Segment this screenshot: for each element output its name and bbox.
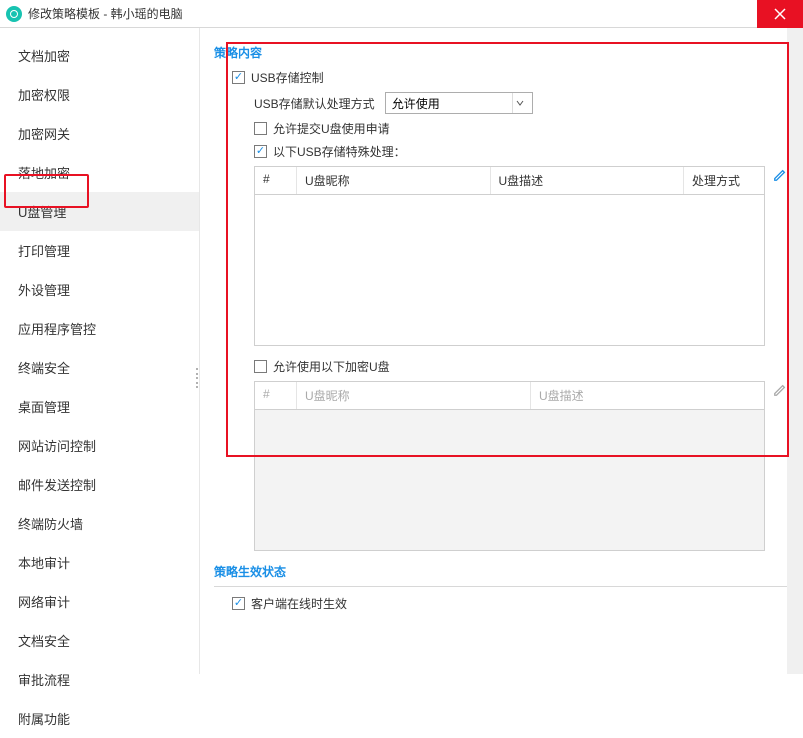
table-header-nick: U盘昵称 bbox=[297, 167, 491, 194]
allow-request-label: 允许提交U盘使用申请 bbox=[273, 120, 390, 137]
pencil-icon bbox=[773, 383, 787, 397]
sidebar-item-6[interactable]: 外设管理 bbox=[0, 270, 199, 309]
section-title-content: 策略内容 bbox=[214, 44, 789, 61]
sidebar-item-16[interactable]: 审批流程 bbox=[0, 660, 199, 699]
sidebar-item-4[interactable]: U盘管理 bbox=[0, 192, 199, 231]
sidebar-item-3[interactable]: 落地加密 bbox=[0, 153, 199, 192]
app-icon bbox=[6, 6, 22, 22]
sidebar-item-9[interactable]: 桌面管理 bbox=[0, 387, 199, 426]
sidebar-item-7[interactable]: 应用程序管控 bbox=[0, 309, 199, 348]
usb-control-label: USB存储控制 bbox=[251, 69, 324, 86]
close-icon bbox=[774, 8, 786, 20]
client-online-label: 客户端在线时生效 bbox=[251, 595, 347, 612]
close-button[interactable] bbox=[757, 0, 803, 28]
sidebar-item-10[interactable]: 网站访问控制 bbox=[0, 426, 199, 465]
table-header-mode: 处理方式 bbox=[684, 167, 764, 194]
allow-encrypted-label: 允许使用以下加密U盘 bbox=[273, 358, 390, 375]
default-handling-label: USB存储默认处理方式 bbox=[254, 95, 375, 112]
sidebar-item-13[interactable]: 本地审计 bbox=[0, 543, 199, 582]
table-body bbox=[255, 410, 764, 550]
main-content: 策略内容 USB存储控制 USB存储默认处理方式 允许使用 允许提交U盘使用申请 bbox=[200, 28, 803, 674]
default-handling-value: 允许使用 bbox=[392, 95, 440, 112]
chevron-down-icon bbox=[512, 93, 528, 113]
window-title: 修改策略模板 - 韩小瑶的电脑 bbox=[28, 5, 183, 22]
sidebar-item-17[interactable]: 附属功能 bbox=[0, 699, 199, 738]
special-handling-checkbox[interactable] bbox=[254, 145, 267, 158]
usb-control-checkbox[interactable] bbox=[232, 71, 245, 84]
table-header-num: # bbox=[255, 167, 297, 194]
sidebar-item-12[interactable]: 终端防火墙 bbox=[0, 504, 199, 543]
sidebar-item-0[interactable]: 文档加密 bbox=[0, 36, 199, 75]
sidebar-item-15[interactable]: 文档安全 bbox=[0, 621, 199, 660]
allow-request-checkbox[interactable] bbox=[254, 122, 267, 135]
sidebar-item-2[interactable]: 加密网关 bbox=[0, 114, 199, 153]
allow-encrypted-checkbox[interactable] bbox=[254, 360, 267, 373]
sidebar-item-8[interactable]: 终端安全 bbox=[0, 348, 199, 387]
encrypted-usb-table: # U盘昵称 U盘描述 bbox=[254, 381, 765, 551]
special-usb-table: # U盘昵称 U盘描述 处理方式 bbox=[254, 166, 765, 346]
table-body bbox=[255, 195, 764, 345]
titlebar: 修改策略模板 - 韩小瑶的电脑 bbox=[0, 0, 803, 28]
sidebar-item-5[interactable]: 打印管理 bbox=[0, 231, 199, 270]
sidebar-item-14[interactable]: 网络审计 bbox=[0, 582, 199, 621]
scrollbar[interactable] bbox=[787, 28, 803, 674]
sidebar: 文档加密加密权限加密网关落地加密U盘管理打印管理外设管理应用程序管控终端安全桌面… bbox=[0, 28, 200, 674]
table-header-desc: U盘描述 bbox=[491, 167, 685, 194]
sidebar-item-11[interactable]: 邮件发送控制 bbox=[0, 465, 199, 504]
sidebar-item-1[interactable]: 加密权限 bbox=[0, 75, 199, 114]
table-header-nick: U盘昵称 bbox=[297, 382, 531, 409]
pencil-icon bbox=[773, 168, 787, 182]
section-title-status: 策略生效状态 bbox=[214, 563, 789, 587]
special-handling-label: 以下USB存储特殊处理： bbox=[273, 143, 406, 160]
table-header-num: # bbox=[255, 382, 297, 409]
client-online-checkbox[interactable] bbox=[232, 597, 245, 610]
default-handling-select[interactable]: 允许使用 bbox=[385, 92, 533, 114]
table-header-desc: U盘描述 bbox=[531, 382, 764, 409]
